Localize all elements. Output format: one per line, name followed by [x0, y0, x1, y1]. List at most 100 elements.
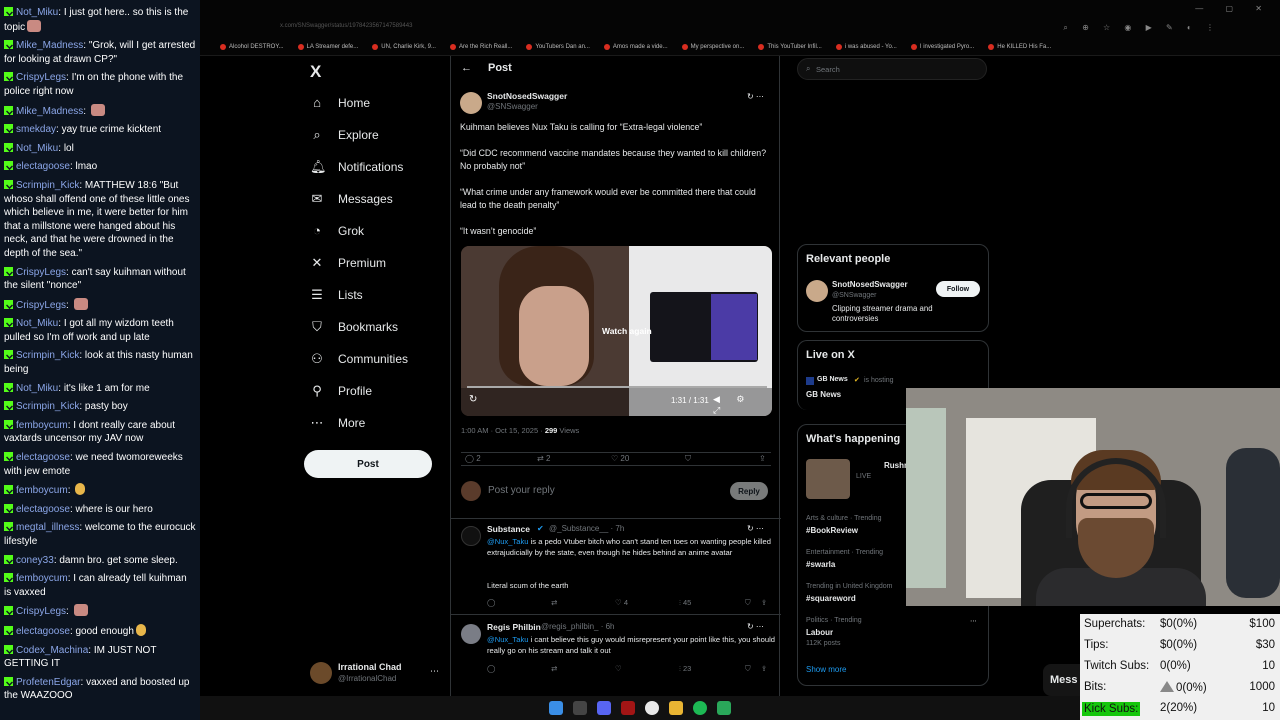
- chat-username[interactable]: Scrimpin_Kick: [16, 401, 79, 412]
- bookmark-icon[interactable]: ⛉: [745, 664, 751, 674]
- trend-name[interactable]: #squareword: [806, 594, 856, 603]
- chat-username[interactable]: electagoose: [16, 504, 70, 515]
- bookmark-item[interactable]: He KILLED His Fa...: [988, 40, 1051, 54]
- chat-username[interactable]: femboycum: [16, 420, 68, 431]
- chat-username[interactable]: Scrimpin_Kick: [16, 350, 79, 361]
- bookmark-item[interactable]: UN, Charlie Kirk, 9...: [372, 40, 436, 54]
- author-name[interactable]: SnotNosedSwagger: [487, 91, 567, 101]
- messages-drawer[interactable]: Mess: [1043, 664, 1083, 696]
- search-input[interactable]: Search: [816, 65, 840, 74]
- mention-link[interactable]: @Nux_Taku: [487, 537, 528, 546]
- show-more-link[interactable]: Show more: [806, 665, 846, 674]
- nav-item-communities[interactable]: ⚇ Communities: [310, 351, 408, 367]
- bookmark-item[interactable]: YouTubers Dan an...: [526, 40, 590, 54]
- windows-start-icon[interactable]: [549, 701, 563, 715]
- nav-item-grok[interactable]: ◔ Grok: [310, 223, 364, 238]
- share-icon[interactable]: ⇪: [761, 664, 767, 673]
- nav-item-home[interactable]: ⌂ Home: [310, 95, 370, 110]
- reply-input[interactable]: Post your reply: [488, 485, 555, 496]
- app-icon[interactable]: [621, 701, 635, 715]
- replay-icon[interactable]: ↻: [469, 394, 477, 405]
- volume-settings-fullscreen-icons[interactable]: ◀ ⚙ ⤢: [713, 394, 772, 416]
- address-bar[interactable]: x.com/SNSwagger/status/19784235671475894…: [200, 20, 1280, 38]
- nav-item-notifications[interactable]: 🔔︎ Notifications: [310, 159, 403, 175]
- bookmark-icon[interactable]: ⛉: [685, 454, 691, 464]
- nav-item-profile[interactable]: ⚲ Profile: [310, 383, 372, 399]
- repost-icon[interactable]: ⇄: [551, 664, 557, 673]
- author-avatar[interactable]: [460, 92, 482, 114]
- heart-icon[interactable]: ♡: [615, 664, 622, 673]
- share-icon[interactable]: ⇪: [759, 454, 766, 463]
- app-icon[interactable]: [717, 701, 731, 715]
- video-player[interactable]: Watch again ↻ 1:31 / 1:31 ◀ ⚙ ⤢: [461, 246, 772, 416]
- chat-username[interactable]: megtal_illness: [16, 522, 79, 533]
- trend-name[interactable]: Labour: [806, 628, 833, 637]
- chat-username[interactable]: CrispyLegs: [16, 267, 66, 278]
- chat-username[interactable]: electagoose: [16, 452, 70, 463]
- views-action[interactable]: ⫶ 23: [679, 664, 691, 674]
- chat-username[interactable]: Codex_Machina: [16, 645, 88, 656]
- folder-icon[interactable]: [669, 701, 683, 715]
- bookmark-item[interactable]: Amos made a vide...: [604, 40, 668, 54]
- post-time[interactable]: 1:00 AM · Oct 15, 2025 ·: [461, 426, 543, 435]
- discord-icon[interactable]: [597, 701, 611, 715]
- bookmark-item[interactable]: This YouTuber Infil...: [758, 40, 821, 54]
- chat-username[interactable]: coney33: [16, 555, 54, 566]
- chat-username[interactable]: femboycum: [16, 573, 68, 584]
- more-dots-icon[interactable]: ⋯: [970, 617, 977, 625]
- chat-username[interactable]: Mike_Madness: [16, 106, 83, 117]
- search-box[interactable]: ⌕ Search: [797, 58, 987, 80]
- chat-username[interactable]: Not_Miku: [16, 143, 58, 154]
- more-dots-icon[interactable]: ↻ ⋯: [747, 622, 764, 631]
- chat-username[interactable]: CrispyLegs: [16, 606, 66, 617]
- search-icon[interactable]: [573, 701, 587, 715]
- chat-username[interactable]: CrispyLegs: [16, 300, 66, 311]
- views-action[interactable]: ⫶ 45: [679, 598, 691, 608]
- chat-username[interactable]: Not_Miku: [16, 318, 58, 329]
- reply-author[interactable]: Regis Philbin: [487, 622, 541, 632]
- chat-username[interactable]: electagoose: [16, 161, 70, 172]
- bookmark-item[interactable]: Are the Rich Reall...: [450, 40, 512, 54]
- chat-username[interactable]: CrispyLegs: [16, 72, 66, 83]
- like-action[interactable]: ♡ 4: [615, 598, 628, 607]
- account-switcher[interactable]: Irrational Chad @IrrationalChad ⋯: [310, 660, 440, 688]
- live-show[interactable]: GB News: [806, 390, 841, 399]
- follow-button[interactable]: Follow: [936, 281, 980, 297]
- bookmark-item[interactable]: i was abused - Yo...: [836, 40, 897, 54]
- trend-name[interactable]: #BookReview: [806, 526, 858, 535]
- person-handle[interactable]: @SNSwagger: [832, 292, 876, 299]
- reply-author[interactable]: Substance: [487, 524, 530, 534]
- chat-username[interactable]: Mike_Madness: [16, 40, 83, 51]
- reply-avatar[interactable]: [461, 526, 481, 546]
- reply-handle[interactable]: @_Substance__ · 7h: [549, 524, 624, 533]
- post-button[interactable]: Post: [304, 450, 432, 478]
- mention-link[interactable]: @Nux_Taku: [487, 635, 528, 644]
- nav-item-more[interactable]: ⋯ More: [310, 415, 366, 431]
- reply-handle[interactable]: @regis_philbin_ · 6h: [541, 622, 615, 631]
- live-host[interactable]: GB News: [817, 376, 848, 383]
- watch-again-button[interactable]: Watch again: [602, 326, 652, 336]
- repost-icon[interactable]: ⇄: [551, 598, 557, 607]
- person-avatar[interactable]: [806, 280, 828, 302]
- nav-item-bookmarks[interactable]: ⛉ Bookmarks: [310, 319, 398, 335]
- chat-username[interactable]: Not_Miku: [16, 7, 58, 18]
- bookmark-icon[interactable]: ⛉: [745, 598, 751, 608]
- nav-item-premium[interactable]: ✕ Premium: [310, 255, 386, 271]
- more-dots-icon[interactable]: ↻ ⋯: [747, 92, 764, 101]
- chat-username[interactable]: smekday: [16, 124, 56, 135]
- bookmark-item[interactable]: I investigated Pyro...: [911, 40, 974, 54]
- spotify-icon[interactable]: [693, 701, 707, 715]
- author-handle[interactable]: @SNSwagger: [487, 102, 538, 111]
- window-controls[interactable]: — ▢ ✕: [1195, 4, 1272, 13]
- repost-action[interactable]: ⇄ 2: [537, 454, 550, 463]
- back-arrow-icon[interactable]: ←: [461, 62, 472, 74]
- chat-username[interactable]: electagoose: [16, 626, 70, 637]
- reply-action[interactable]: ◯ 2: [465, 454, 481, 463]
- reply-button[interactable]: Reply: [730, 482, 768, 500]
- reply-icon[interactable]: ◯: [487, 598, 495, 607]
- trend-name[interactable]: #swarla: [806, 560, 835, 569]
- nav-item-lists[interactable]: ☰ Lists: [310, 287, 363, 303]
- person-name[interactable]: SnotNosedSwagger: [832, 280, 908, 289]
- chat-username[interactable]: ProfetenEdgar: [16, 677, 81, 688]
- share-icon[interactable]: ⇪: [761, 598, 767, 607]
